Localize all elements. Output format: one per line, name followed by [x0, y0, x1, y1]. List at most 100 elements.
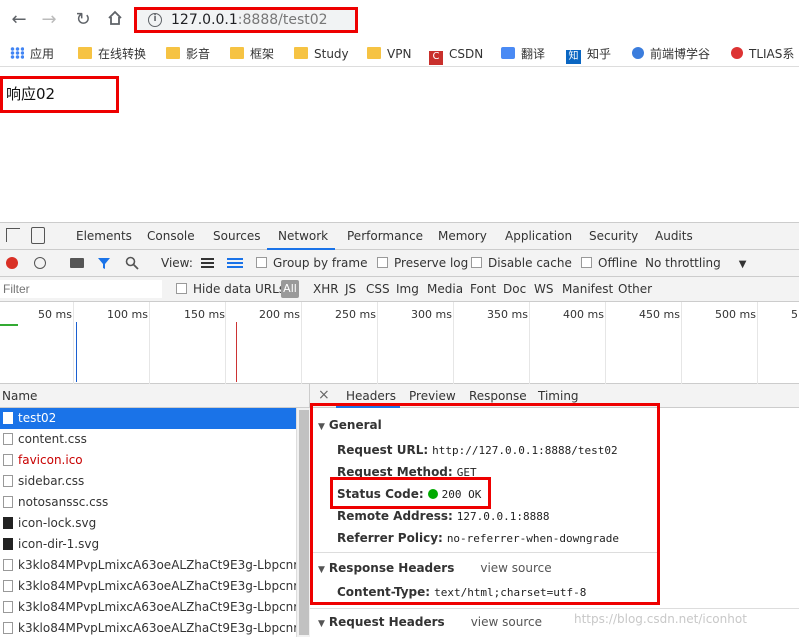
throttling-select[interactable]: No throttling ▼ — [645, 256, 746, 270]
tab-application[interactable]: Application — [505, 229, 572, 243]
bookmark-folder[interactable]: VPN — [367, 45, 411, 63]
tab-sources[interactable]: Sources — [213, 229, 260, 243]
filter-xhr[interactable]: XHR — [313, 282, 339, 296]
request-row[interactable]: icon-lock.svg — [0, 513, 296, 534]
search-icon[interactable] — [125, 256, 139, 273]
preserve-log-checkbox[interactable]: Preserve log — [377, 256, 468, 270]
tab-preview[interactable]: Preview — [409, 389, 456, 403]
request-headers-section-header[interactable]: ▼ Request Headers view source — [318, 615, 542, 629]
clear-icon[interactable] — [34, 257, 46, 269]
request-row[interactable]: k3klo84MPvpLmixcA63oeALZhaCt9E3g-Lbpcnr2… — [0, 555, 296, 576]
file-icon — [3, 559, 13, 571]
general-section-header[interactable]: ▼ General — [318, 418, 382, 432]
network-timeline-overview[interactable]: 50 ms 100 ms 150 ms 200 ms 250 ms 300 ms… — [0, 302, 799, 384]
group-by-frame-checkbox[interactable]: Group by frame — [256, 256, 367, 270]
filter-doc[interactable]: Doc — [503, 282, 526, 296]
timeline-gridline — [757, 302, 758, 384]
filter-css[interactable]: CSS — [366, 282, 390, 296]
checkbox-icon — [176, 283, 187, 294]
waterfall-view-icon[interactable] — [227, 258, 243, 269]
timeline-gridline — [681, 302, 682, 384]
tab-response[interactable]: Response — [469, 389, 527, 403]
tab-audits[interactable]: Audits — [655, 229, 693, 243]
request-row[interactable]: sidebar.css — [0, 471, 296, 492]
bookmark-apps[interactable]: 应用 — [10, 45, 54, 63]
disable-cache-checkbox[interactable]: Disable cache — [471, 256, 572, 270]
file-icon — [3, 433, 13, 445]
timeline-tick-label: 450 ms — [639, 308, 680, 321]
address-bar[interactable]: i 127.0.0.1:8888/test02 — [134, 7, 358, 33]
bookmark-site[interactable]: TLIAS系 — [731, 45, 794, 63]
bookmark-zhihu[interactable]: 知知乎 — [566, 45, 611, 64]
timeline-gridline — [377, 302, 378, 384]
request-row[interactable]: notosanssc.css — [0, 492, 296, 513]
response-headers-section-header[interactable]: ▼ Response Headers view source — [318, 561, 552, 575]
request-row[interactable]: icon-dir-1.svg — [0, 534, 296, 555]
address-url[interactable]: 127.0.0.1:8888/test02 — [171, 12, 328, 28]
tab-network[interactable]: Network — [278, 229, 328, 243]
bookmark-folder[interactable]: 影音 — [166, 45, 210, 63]
watermark-text: https://blog.csdn.net/iconhot — [574, 612, 747, 626]
hide-data-urls-checkbox[interactable]: Hide data URLs — [176, 282, 285, 296]
name-column-header[interactable]: Name — [0, 384, 310, 408]
request-row[interactable]: test02 — [0, 408, 296, 429]
filter-img[interactable]: Img — [396, 282, 419, 296]
filter-manifest[interactable]: Manifest — [562, 282, 613, 296]
list-view-icon[interactable] — [201, 258, 214, 269]
close-icon[interactable]: × — [318, 387, 330, 403]
tab-elements[interactable]: Elements — [76, 229, 132, 243]
header-row: Remote Address: 127.0.0.1:8888 — [337, 509, 550, 523]
scrollbar-thumb[interactable] — [299, 410, 309, 635]
filter-funnel-icon[interactable] — [97, 256, 111, 273]
request-row[interactable]: k3klo84MPvpLmixcA63oeALZhaCt9E3g-Lbpcnr2… — [0, 597, 296, 618]
filter-other[interactable]: Other — [618, 282, 652, 296]
tab-timing[interactable]: Timing — [538, 389, 579, 403]
view-source-link[interactable]: view source — [480, 561, 551, 575]
bookmark-folder[interactable]: 框架 — [230, 45, 274, 63]
file-icon — [3, 601, 13, 613]
tab-console[interactable]: Console — [147, 229, 195, 243]
page-body-text: 响应02 — [6, 85, 56, 103]
checkbox-icon — [377, 257, 388, 268]
reload-icon[interactable]: ↻ — [72, 9, 94, 31]
request-row[interactable]: k3klo84MPvpLmixcA63oeALZhaCt9E3g-Lbpcnr2… — [0, 618, 296, 639]
timeline-tick-label: 300 ms — [411, 308, 452, 321]
request-row[interactable]: content.css — [0, 429, 296, 450]
filter-ws[interactable]: WS — [534, 282, 553, 296]
filter-media[interactable]: Media — [427, 282, 463, 296]
record-icon[interactable] — [6, 257, 18, 269]
zhihu-logo-icon: 知 — [566, 50, 581, 64]
filter-row: Hide data URLs All XHR JS CSS Img Media … — [0, 277, 799, 302]
request-row[interactable]: k3klo84MPvpLmixcA63oeALZhaCt9E3g-Lbpcnr2… — [0, 576, 296, 597]
header-row: Request URL: http://127.0.0.1:8888/test02 — [337, 443, 618, 457]
bookmark-csdn[interactable]: C CSDN — [429, 45, 483, 65]
back-arrow-icon[interactable]: ← — [8, 9, 30, 31]
home-icon[interactable] — [104, 9, 126, 31]
offline-checkbox[interactable]: Offline — [581, 256, 637, 270]
timeline-tick-label: 50 ms — [38, 308, 72, 321]
tab-performance[interactable]: Performance — [347, 229, 423, 243]
bookmark-site[interactable]: 前端博学谷 — [632, 45, 710, 63]
inspect-element-icon[interactable] — [6, 228, 20, 242]
tab-memory[interactable]: Memory — [438, 229, 487, 243]
view-label: View: — [161, 256, 193, 270]
device-toolbar-icon[interactable] — [31, 227, 45, 244]
bookmark-folder[interactable]: 在线转换 — [78, 45, 146, 63]
page-body-text-highlight: 响应02 — [0, 76, 119, 113]
filter-all-button[interactable]: All — [281, 280, 299, 298]
request-row[interactable]: favicon.ico — [0, 450, 296, 471]
filter-font[interactable]: Font — [470, 282, 496, 296]
view-source-link[interactable]: view source — [471, 615, 542, 629]
screenshot-camera-icon[interactable] — [70, 258, 84, 268]
tab-headers[interactable]: Headers — [346, 389, 396, 403]
filter-input[interactable] — [0, 280, 162, 298]
file-icon — [3, 454, 13, 466]
tab-security[interactable]: Security — [589, 229, 638, 243]
bookmark-translate[interactable]: 翻译 — [501, 45, 545, 63]
network-toolbar: View: Group by frame Preserve log Disabl… — [0, 250, 799, 277]
bookmark-folder[interactable]: Study — [294, 45, 349, 63]
request-list-scrollbar[interactable] — [296, 408, 310, 637]
forward-arrow-icon[interactable]: → — [38, 9, 60, 31]
site-info-icon[interactable]: i — [148, 13, 162, 27]
filter-js[interactable]: JS — [345, 282, 356, 296]
